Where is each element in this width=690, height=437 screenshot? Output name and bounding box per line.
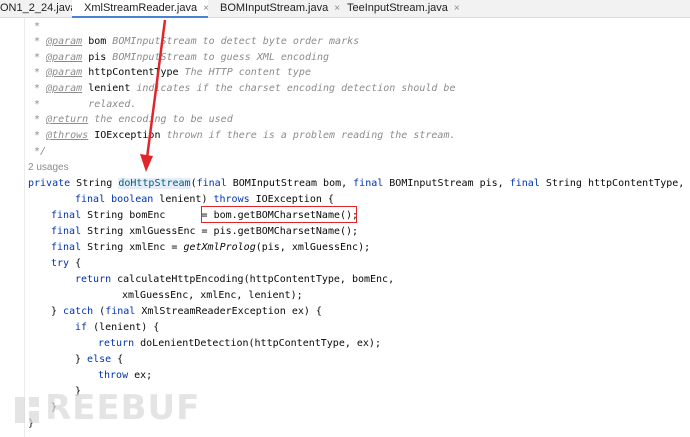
freebuf-logo-icon	[15, 396, 39, 423]
annotation-arrow	[140, 19, 167, 172]
freebuf-watermark: REEBUF	[15, 388, 200, 428]
arrow-shaft	[145, 19, 167, 159]
arrow-head	[140, 154, 153, 172]
